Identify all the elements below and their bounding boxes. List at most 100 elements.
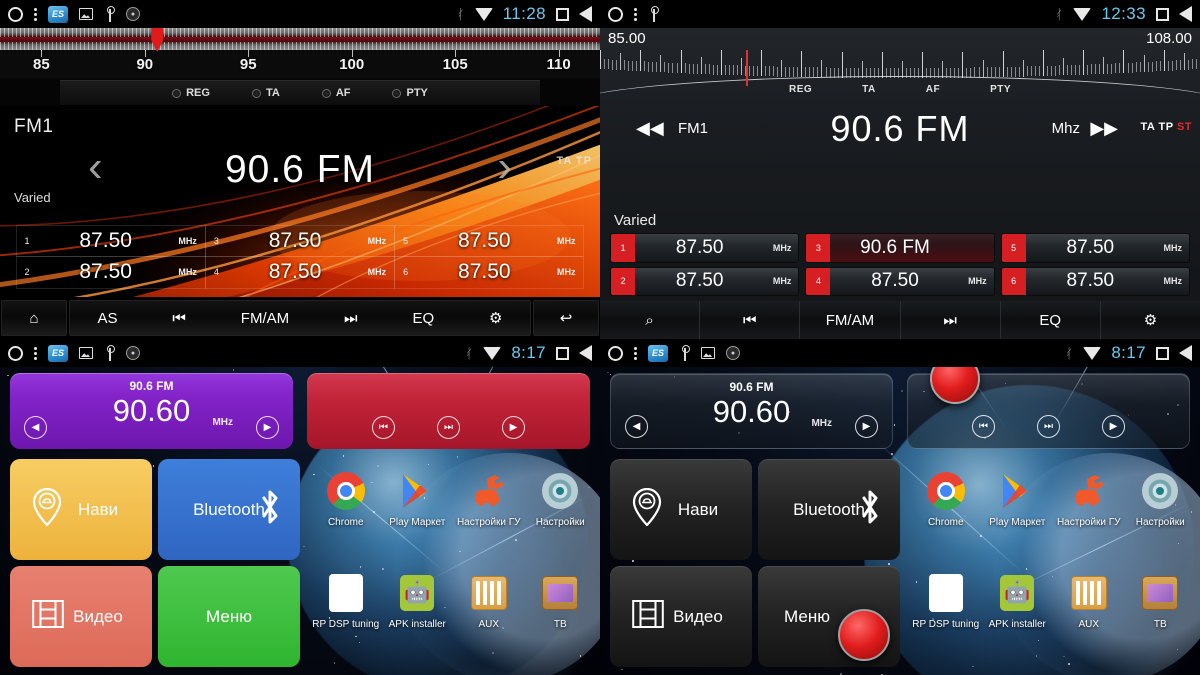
recents-square-icon[interactable] — [1156, 8, 1169, 21]
tile-bluetooth[interactable]: Bluetooth — [158, 459, 300, 560]
app-icon-tv[interactable]: ТВ — [1125, 565, 1197, 667]
app-icon-tv[interactable]: ТВ — [525, 565, 597, 667]
home-button-red[interactable]: ⌂ — [1, 300, 67, 336]
overflow-menu-icon[interactable] — [634, 347, 637, 360]
autostore-button[interactable]: AS — [91, 310, 123, 327]
app-icon-chrome[interactable]: Chrome — [310, 463, 382, 565]
tile-bluetooth[interactable]: Bluetooth — [758, 459, 900, 560]
preset-button[interactable]: 1 87.50 MHz — [610, 233, 799, 263]
gallery-icon[interactable] — [79, 8, 93, 20]
fastforward-button-dark[interactable]: ▶▶ — [1090, 118, 1118, 139]
app-icon-aux[interactable]: AUX — [453, 565, 525, 667]
media-play-button[interactable]: ⏭ — [1037, 415, 1060, 438]
es-file-explorer-icon[interactable]: ES — [648, 345, 668, 362]
app-icon-android[interactable]: 🤖 APK installer — [982, 565, 1054, 667]
rds-af[interactable]: AF — [926, 84, 940, 95]
media-play-button[interactable]: ⏭ — [437, 416, 460, 439]
prev-button-dark[interactable]: ⏮ — [700, 301, 800, 339]
back-triangle-icon[interactable] — [579, 6, 592, 22]
app-icon-car-settings[interactable]: Настройки ГУ — [1053, 463, 1125, 565]
tile-navi[interactable]: Нави — [610, 459, 752, 560]
gallery-icon[interactable] — [79, 347, 93, 359]
media-prev-button[interactable]: ⏮ — [372, 416, 395, 439]
next-button-red[interactable]: ⏭ — [338, 310, 364, 327]
tile-navi[interactable]: Нави — [10, 459, 152, 560]
shield-icon[interactable]: ● — [126, 7, 140, 21]
app-icon-chrome[interactable]: Chrome — [910, 463, 982, 565]
preset-button[interactable]: 6 87.50 MHz — [394, 256, 584, 289]
app-icon-aux[interactable]: AUX — [1053, 565, 1125, 667]
eq-button-dark[interactable]: EQ — [1001, 301, 1101, 339]
usb-icon[interactable] — [648, 6, 659, 22]
radio-widget-next-button[interactable]: ▶ — [855, 415, 878, 438]
app-icon-android[interactable]: 🤖 APK installer — [382, 565, 454, 667]
back-button-red[interactable]: ↩ — [533, 300, 599, 336]
preset-button[interactable]: 5 87.50 MHz — [394, 225, 584, 258]
preset-button[interactable]: 6 87.50 MHz — [1001, 267, 1190, 297]
band-label-red[interactable]: FM1 — [14, 116, 54, 138]
radio-widget-prev-button[interactable]: ◀ — [24, 416, 47, 439]
app-icon-blank-white[interactable]: RP DSP tuning — [910, 565, 982, 667]
radio-widget-prev-button[interactable]: ◀ — [625, 415, 648, 438]
rds-pty[interactable]: PTY — [990, 84, 1011, 95]
preset-button[interactable]: 3 87.50 MHz — [205, 225, 395, 258]
recents-square-icon[interactable] — [1156, 347, 1169, 360]
app-icon-gear[interactable]: Настройки — [1125, 463, 1197, 565]
rds-ta[interactable]: TA — [862, 84, 876, 95]
home-circle-icon[interactable] — [608, 346, 623, 361]
media-prev-button[interactable]: ⏮ — [972, 415, 995, 438]
overflow-menu-icon[interactable] — [34, 347, 37, 360]
usb-icon[interactable] — [104, 6, 115, 22]
usb-icon[interactable] — [104, 345, 115, 361]
settings-gear-icon-red[interactable]: ⚙ — [483, 309, 508, 327]
rds-pty[interactable]: PTY — [392, 87, 427, 99]
back-triangle-icon[interactable] — [1179, 345, 1192, 361]
back-triangle-icon[interactable] — [1179, 6, 1192, 22]
app-icon-gear[interactable]: Настройки — [525, 463, 597, 565]
es-file-explorer-icon[interactable]: ES — [48, 345, 68, 362]
eq-button-red[interactable]: EQ — [406, 310, 440, 327]
preset-button[interactable]: 5 87.50 MHz — [1001, 233, 1190, 263]
rds-af[interactable]: AF — [322, 87, 351, 99]
home-circle-icon[interactable] — [8, 7, 23, 22]
frequency-scale-red[interactable]: 85 90 95 100 105 110 — [0, 28, 600, 78]
next-button-dark[interactable]: ⏭ — [901, 301, 1001, 339]
preset-button[interactable]: 2 87.50 MHz — [610, 267, 799, 297]
rds-reg[interactable]: REG — [172, 87, 210, 99]
rds-reg[interactable]: REG — [789, 84, 812, 95]
radio-widget-color[interactable]: 90.6 FM 90.60 MHz ◀ ▶ — [10, 373, 293, 449]
recents-square-icon[interactable] — [556, 347, 569, 360]
gallery-icon[interactable] — [701, 347, 715, 359]
preset-button[interactable]: 1 87.50 MHz — [16, 225, 206, 258]
rds-ta[interactable]: TA — [252, 87, 280, 99]
tile-video[interactable]: Видео — [10, 566, 152, 667]
red-knob-overlay[interactable] — [838, 609, 890, 661]
home-circle-icon[interactable] — [608, 7, 623, 22]
overflow-menu-icon[interactable] — [34, 8, 37, 21]
preset-button[interactable]: 2 87.50 MHz — [16, 256, 206, 289]
back-triangle-icon[interactable] — [579, 345, 592, 361]
tile-menu[interactable]: Меню — [158, 566, 300, 667]
es-file-explorer-icon[interactable]: ES — [48, 6, 68, 23]
recents-square-icon[interactable] — [556, 8, 569, 21]
fmam-button-red[interactable]: FM/AM — [235, 310, 295, 327]
next-station-button-red[interactable]: › — [497, 145, 512, 189]
media-next-button[interactable]: ▶ — [1102, 415, 1125, 438]
search-icon-dark[interactable]: ⌕ — [600, 301, 700, 339]
tile-menu[interactable]: Меню — [758, 566, 900, 667]
app-icon-google-play[interactable]: Play Маркет — [382, 463, 454, 565]
media-widget-color[interactable]: ⏮ ⏭ ▶ — [307, 373, 590, 449]
home-circle-icon[interactable] — [8, 346, 23, 361]
shield-icon[interactable]: ● — [726, 346, 740, 360]
usb-icon[interactable] — [679, 345, 690, 361]
overflow-menu-icon[interactable] — [634, 8, 637, 21]
preset-button[interactable]: 4 87.50 MHz — [205, 256, 395, 289]
app-icon-blank-white[interactable]: RP DSP tuning — [310, 565, 382, 667]
radio-widget-dark[interactable]: 90.6 FM 90.60 MHz ◀ ▶ — [610, 373, 893, 449]
app-icon-google-play[interactable]: Play Маркет — [982, 463, 1054, 565]
settings-gear-icon-dark[interactable]: ⚙ — [1101, 301, 1200, 339]
radio-widget-next-button[interactable]: ▶ — [256, 416, 279, 439]
preset-button[interactable]: 4 87.50 MHz — [805, 267, 994, 297]
media-widget-dark[interactable]: ⏮ ⏭ ▶ — [907, 373, 1190, 449]
fmam-button-dark[interactable]: FM/AM — [800, 301, 900, 339]
